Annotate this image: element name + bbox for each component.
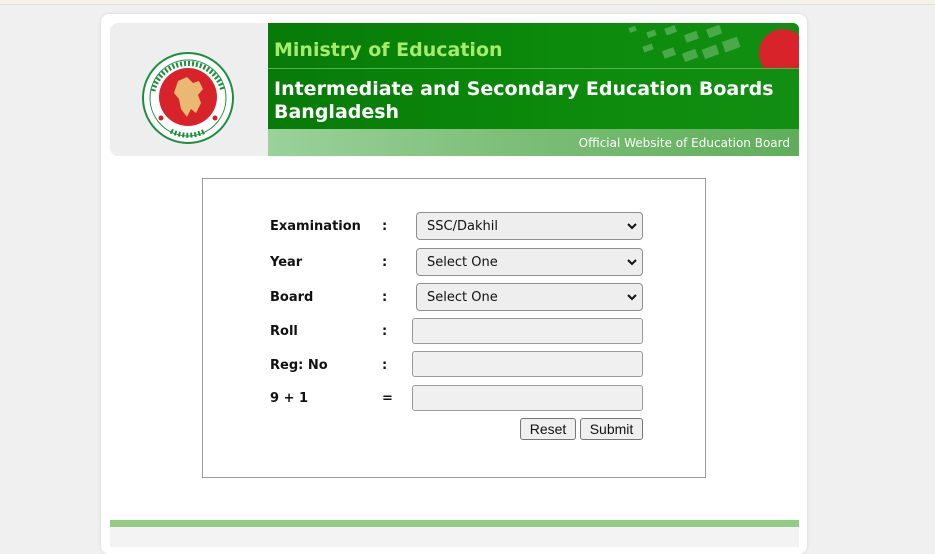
captcha-separator: =: [382, 391, 393, 406]
examination-separator: :: [382, 219, 388, 234]
roll-separator: :: [382, 324, 388, 339]
browser-top-edge: [0, 0, 935, 5]
page-card: Ministry of Education Intermediate and S…: [101, 14, 807, 554]
roll-label: Roll: [270, 324, 298, 339]
reg-no-input[interactable]: [412, 351, 643, 377]
ministry-title: Ministry of Education: [274, 39, 503, 61]
submit-button[interactable]: Submit: [580, 418, 643, 440]
government-seal-icon: [142, 52, 234, 144]
captcha-input[interactable]: [412, 385, 643, 411]
header-strip: Official Website of Education Board: [268, 129, 799, 156]
footer-area: [110, 527, 799, 547]
reg-no-label: Reg: No: [270, 358, 328, 373]
website-tagline: Official Website of Education Board: [578, 136, 790, 150]
year-select[interactable]: Select One: [416, 248, 643, 276]
board-title: Intermediate and Secondary Education Boa…: [274, 78, 774, 123]
reset-button[interactable]: Reset: [520, 418, 576, 440]
footer-bar: [110, 520, 799, 527]
examination-select[interactable]: SSC/Dakhil: [416, 212, 643, 240]
examination-value: SSC/Dakhil: [427, 219, 498, 234]
reg-no-separator: :: [382, 358, 388, 373]
examination-label: Examination: [270, 219, 361, 234]
board-separator: :: [382, 290, 388, 305]
roll-input[interactable]: [412, 318, 643, 344]
board-value: Select One: [427, 290, 498, 305]
year-label: Year: [270, 255, 303, 270]
chevron-down-icon: [627, 259, 637, 266]
header-banner: Ministry of Education Intermediate and S…: [268, 23, 799, 129]
flag-stripes-decoration: [628, 24, 799, 69]
result-form: Examination : SSC/Dakhil Year : Select O…: [202, 178, 706, 478]
chevron-down-icon: [627, 294, 637, 301]
board-label: Board: [270, 290, 314, 305]
year-separator: :: [382, 255, 388, 270]
year-value: Select One: [427, 255, 498, 270]
banner-divider: [268, 68, 799, 69]
captcha-label: 9 + 1: [270, 391, 309, 406]
board-select[interactable]: Select One: [416, 283, 643, 311]
site-header: Ministry of Education Intermediate and S…: [110, 23, 799, 156]
chevron-down-icon: [627, 223, 637, 230]
logo-panel: [110, 23, 268, 156]
